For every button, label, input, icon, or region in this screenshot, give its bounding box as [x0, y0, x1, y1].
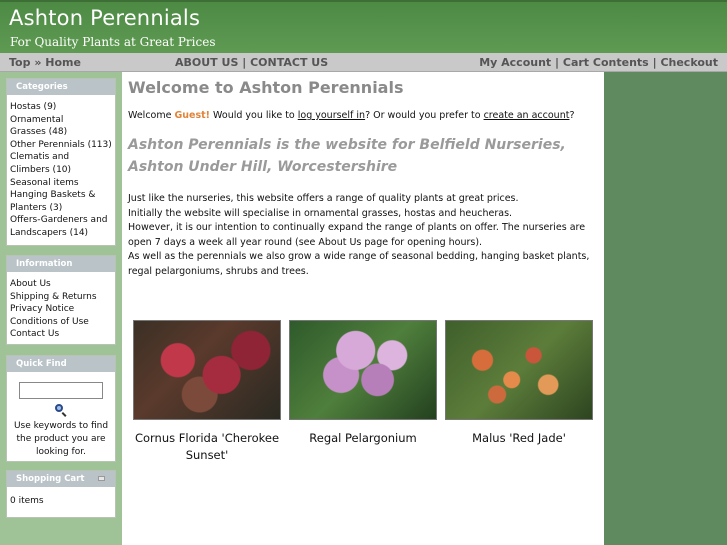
breadcrumb-home-link[interactable]: Home [45, 56, 81, 69]
welcome-prefix: Welcome [128, 110, 175, 121]
cart-status: 0 items [10, 496, 44, 506]
shopping-cart-body: 0 items [7, 487, 115, 512]
shopping-cart-box: Shopping Cart 0 items [6, 470, 116, 518]
category-link[interactable]: Climbers (10) [10, 164, 112, 177]
breadcrumb-top-link[interactable]: Top [9, 56, 30, 69]
quick-find-box: Quick Find Use keywords to find the prod… [6, 355, 116, 462]
main-content: Welcome to Ashton Perennials Welcome Gue… [122, 72, 604, 545]
product-card: Cornus Florida 'Cherokee Sunset' [133, 320, 281, 464]
product-card: Malus 'Red Jade' [445, 320, 593, 447]
site-tagline: For Quality Plants at Great Prices [10, 35, 216, 49]
product-image[interactable] [133, 320, 281, 420]
welcome-mid: Would you like to [210, 110, 298, 121]
site-title[interactable]: Ashton Perennials [9, 6, 200, 30]
nav-divider: | [652, 56, 657, 69]
product-name-link[interactable]: Regal Pelargonium [289, 430, 437, 447]
category-link[interactable]: Hostas (9) [10, 101, 112, 114]
login-link[interactable]: log yourself in [298, 110, 365, 121]
contact-us-link[interactable]: CONTACT US [250, 56, 328, 69]
categories-box-title: Categories [7, 79, 115, 95]
intro-paragraph: Just like the nurseries, this website of… [128, 193, 519, 204]
create-account-link[interactable]: create an account [484, 110, 570, 121]
category-link[interactable]: Grasses (48) [10, 126, 112, 139]
nav-divider: | [242, 56, 247, 69]
product-image[interactable] [445, 320, 593, 420]
guest-label: Guest! [174, 110, 211, 121]
breadcrumb: Top » Home [9, 53, 81, 72]
intro-paragraph: However, it is our intention to continua… [128, 222, 586, 248]
product-card: Regal Pelargonium [289, 320, 437, 447]
breadcrumb-separator: » [34, 56, 42, 69]
info-link[interactable]: Privacy Notice [10, 303, 112, 316]
category-link[interactable]: Ornamental [10, 114, 112, 127]
category-link[interactable]: Clematis and [10, 151, 112, 164]
info-link[interactable]: Conditions of Use [10, 316, 112, 329]
about-us-link[interactable]: ABOUT US [175, 56, 238, 69]
nav-center-links: ABOUT US | CONTACT US [175, 53, 328, 72]
intro-heading: Ashton Perennials is the website for Bel… [128, 137, 566, 175]
quick-find-body: Use keywords to find the product you are… [7, 372, 115, 463]
welcome-suffix: ? [569, 110, 575, 121]
product-name-link[interactable]: Malus 'Red Jade' [445, 430, 593, 447]
category-link[interactable]: Hanging Baskets & [10, 189, 112, 202]
categories-box: Categories Hostas (9) Ornamental Grasses… [6, 78, 116, 246]
product-name-link[interactable]: Cornus Florida 'Cherokee Sunset' [133, 430, 281, 464]
nav-divider: | [555, 56, 560, 69]
category-link[interactable]: Seasonal items [10, 177, 112, 190]
intro-text: Just like the nurseries, this website of… [128, 192, 593, 279]
checkout-link[interactable]: Checkout [660, 56, 718, 69]
search-input[interactable] [19, 382, 103, 399]
product-image[interactable] [289, 320, 437, 420]
welcome-mid2: ? Or would you prefer to [365, 110, 484, 121]
info-link[interactable]: Shipping & Returns [10, 291, 112, 304]
info-link[interactable]: About Us [10, 278, 112, 291]
info-link[interactable]: Contact Us [10, 328, 112, 341]
information-box: Information About Us Shipping & Returns … [6, 255, 116, 345]
navigation-bar: Top » Home ABOUT US | CONTACT US My Acco… [0, 53, 727, 72]
cart-collapse-icon[interactable] [98, 476, 105, 481]
page-title: Welcome to Ashton Perennials [128, 78, 404, 97]
quick-find-box-title: Quick Find [7, 356, 115, 372]
categories-list: Hostas (9) Ornamental Grasses (48) Other… [7, 95, 115, 244]
information-list: About Us Shipping & Returns Privacy Noti… [7, 272, 115, 345]
shopping-cart-title: Shopping Cart [16, 474, 85, 484]
site-header: Ashton Perennials For Quality Plants at … [0, 0, 727, 53]
my-account-link[interactable]: My Account [479, 56, 551, 69]
right-sidebar [604, 72, 727, 545]
search-icon[interactable] [54, 403, 68, 417]
search-help-text: Use keywords to find the product you are… [13, 421, 109, 457]
category-link[interactable]: Offers-Gardeners and [10, 214, 112, 227]
category-link[interactable]: Other Perennials (113) [10, 139, 112, 152]
welcome-message: Welcome Guest! Would you like to log you… [128, 110, 575, 121]
cart-contents-link[interactable]: Cart Contents [563, 56, 649, 69]
category-link[interactable]: Planters (3) [10, 202, 112, 215]
intro-paragraph: As well as the perennials we also grow a… [128, 251, 590, 277]
left-sidebar: Categories Hostas (9) Ornamental Grasses… [0, 72, 122, 545]
information-box-title: Information [7, 256, 115, 272]
intro-paragraph: Initially the website will specialise in… [128, 207, 513, 219]
shopping-cart-box-title: Shopping Cart [7, 471, 115, 487]
account-links: My Account | Cart Contents | Checkout [479, 53, 718, 72]
category-link[interactable]: Landscapers (14) [10, 227, 112, 240]
